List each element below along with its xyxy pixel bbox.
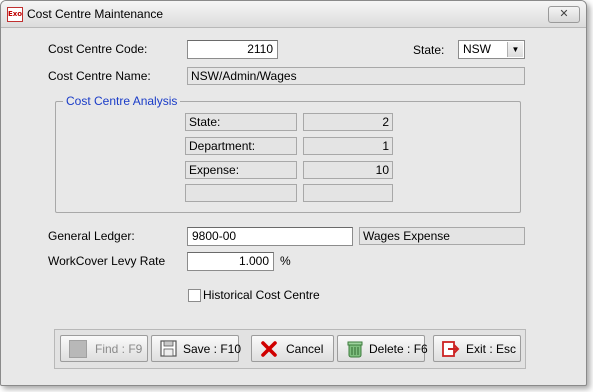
workcover-label: WorkCover Levy Rate (48, 254, 166, 268)
cost-centre-name-field[interactable]: NSW/Admin/Wages (187, 67, 525, 85)
cost-centre-name-label: Cost Centre Name: (48, 69, 151, 83)
app-icon: Exo (7, 7, 23, 22)
cancel-x-icon (260, 340, 278, 358)
general-ledger-input[interactable]: 9800-00 (187, 227, 353, 246)
cost-centre-code-input[interactable]: 2110 (187, 40, 278, 59)
title-bar[interactable]: Exo Cost Centre Maintenance ✕ (1, 1, 586, 28)
cost-centre-analysis-title: Cost Centre Analysis (63, 94, 181, 108)
exit-button[interactable]: Exit : Esc (433, 335, 521, 362)
state-label: State: (413, 43, 445, 57)
analysis-label-department: Department: (185, 137, 297, 155)
analysis-value-state[interactable]: 2 (303, 113, 393, 131)
general-ledger-label: General Ledger: (48, 229, 135, 243)
cancel-button[interactable]: Cancel (251, 335, 334, 362)
state-select[interactable]: NSW ▼ (458, 40, 525, 59)
save-button[interactable]: Save : F10 (151, 335, 242, 362)
analysis-label-state: State: (185, 113, 297, 131)
analysis-label-empty (185, 184, 297, 202)
analysis-value-empty[interactable] (303, 184, 393, 202)
close-button[interactable]: ✕ (548, 6, 580, 23)
cost-centre-code-label: Cost Centre Code: (48, 42, 148, 56)
find-button[interactable]: Find : F9 (60, 335, 148, 362)
historical-cost-centre-label[interactable]: Historical Cost Centre (203, 288, 320, 302)
cost-centre-window: Exo Cost Centre Maintenance ✕ Cost Centr… (0, 0, 587, 386)
exit-icon (442, 340, 460, 358)
save-icon (160, 340, 178, 358)
delete-button-label: Delete : F6 (369, 342, 428, 356)
state-value: NSW (463, 42, 491, 56)
workcover-rate-input[interactable]: 1.000 (187, 252, 274, 271)
delete-button[interactable]: Delete : F6 (337, 335, 428, 362)
find-icon (69, 340, 87, 358)
window-title: Cost Centre Maintenance (27, 7, 164, 21)
find-button-label: Find : F9 (95, 342, 143, 356)
analysis-value-department[interactable]: 1 (303, 137, 393, 155)
save-button-label: Save : F10 (183, 342, 242, 356)
cancel-button-label: Cancel (286, 342, 324, 356)
dropdown-arrow-icon[interactable]: ▼ (507, 42, 523, 57)
delete-icon (346, 340, 364, 358)
percent-unit: % (280, 254, 291, 268)
exit-button-label: Exit : Esc (466, 342, 517, 356)
historical-cost-centre-checkbox[interactable] (188, 289, 201, 302)
analysis-label-expense: Expense: (185, 161, 297, 179)
analysis-value-expense[interactable]: 10 (303, 161, 393, 179)
general-ledger-name: Wages Expense (359, 227, 525, 245)
